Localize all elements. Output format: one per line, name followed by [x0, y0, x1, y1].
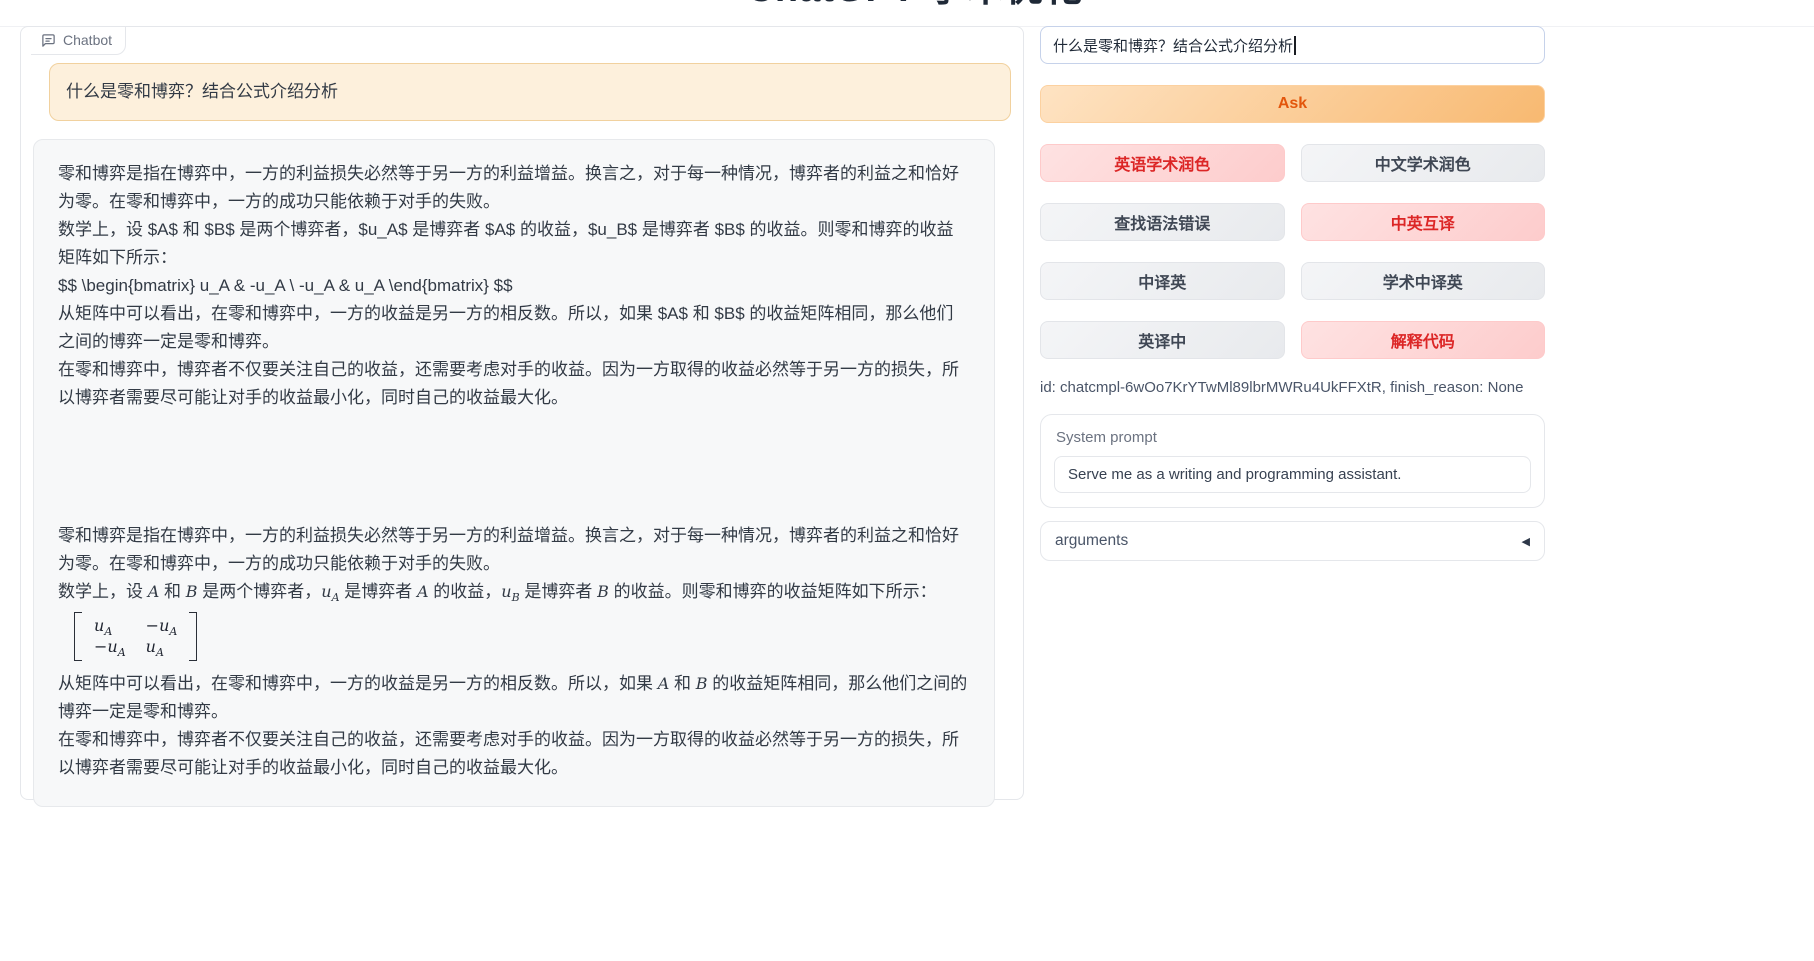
bot-answer-rendered: 零和博弈是指在博弈中，一方的利益损失必然等于另一方的利益增益。换言之，对于每一种…: [58, 522, 970, 782]
fn-button[interactable]: 英语学术润色: [1040, 144, 1285, 182]
bot-answer-raw: 零和博弈是指在博弈中，一方的利益损失必然等于另一方的利益增益。换言之，对于每一种…: [58, 160, 970, 412]
message-version-gap: [58, 412, 970, 522]
system-prompt-input[interactable]: Serve me as a writing and programming as…: [1054, 456, 1531, 493]
bot-rendered-paragraph: 数学上，设 A 和 B 是两个博弈者，uA 是博弈者 A 的收益，uB 是博弈者…: [58, 578, 970, 606]
arguments-accordion[interactable]: arguments ◀: [1040, 521, 1545, 561]
matrix-cell: −uA: [146, 616, 178, 636]
fn-button[interactable]: 中译英: [1040, 262, 1285, 300]
matrix-cells: uA −uA −uA uA: [82, 612, 189, 661]
user-message-bubble: 什么是零和博弈？结合公式介绍分析: [49, 63, 1011, 121]
completion-status-line: id: chatcmpl-6wOo7KrYTwMl89lbrMWRu4UkFFX…: [1040, 379, 1545, 396]
controls-column: 什么是零和博弈？结合公式介绍分析 Ask 英语学术润色中文学术润色查找语法错误中…: [1040, 26, 1545, 561]
collapse-arrow-icon: ◀: [1522, 535, 1530, 548]
fn-button[interactable]: 英译中: [1040, 321, 1285, 359]
chat-message-list: 什么是零和博弈？结合公式介绍分析 零和博弈是指在博弈中，一方的利益损失必然等于另…: [21, 27, 1023, 821]
fn-button[interactable]: 学术中译英: [1301, 262, 1546, 300]
chatbot-panel: Chatbot 什么是零和博弈？结合公式介绍分析 零和博弈是指在博弈中，一方的利…: [20, 26, 1024, 800]
matrix-left-bracket: [74, 612, 82, 661]
system-prompt-label: System prompt: [1056, 429, 1531, 446]
chatbot-label: Chatbot: [31, 27, 126, 55]
arguments-accordion-label: arguments: [1055, 532, 1128, 550]
matrix-cell: −uA: [94, 637, 126, 657]
bot-raw-paragraph: 在零和博弈中，博弈者不仅要关注自己的收益，还需要考虑对手的收益。因为一方取得的收…: [58, 356, 970, 412]
fn-button[interactable]: 查找语法错误: [1040, 203, 1285, 241]
fn-button[interactable]: 解释代码: [1301, 321, 1546, 359]
bot-raw-paragraph: 从矩阵中可以看出，在零和博弈中，一方的收益是另一方的相反数。所以，如果 $A$ …: [58, 300, 970, 356]
bot-rendered-paragraph: 零和博弈是指在博弈中，一方的利益损失必然等于另一方的利益增益。换言之，对于每一种…: [58, 522, 970, 578]
text-cursor: [1294, 36, 1296, 55]
title-clip: ChatGPT 学术优化: [0, 0, 1814, 9]
matrix-right-bracket: [189, 612, 197, 661]
user-message-text: 什么是零和博弈？结合公式介绍分析: [66, 82, 338, 101]
fn-button[interactable]: 中文学术润色: [1301, 144, 1546, 182]
bot-raw-paragraph: 零和博弈是指在博弈中，一方的利益损失必然等于另一方的利益增益。换言之，对于每一种…: [58, 160, 970, 216]
system-prompt-card: System prompt Serve me as a writing and …: [1040, 414, 1545, 508]
question-input-value: 什么是零和博弈？结合公式介绍分析: [1053, 35, 1293, 56]
system-prompt-value: Serve me as a writing and programming as…: [1068, 466, 1401, 483]
bot-raw-latex-line: $$ \begin{bmatrix} u_A & -u_A \ -u_A & u…: [58, 272, 970, 300]
fn-button[interactable]: 中英互译: [1301, 203, 1546, 241]
page-title: ChatGPT 学术优化: [0, 0, 1814, 9]
chatbot-label-text: Chatbot: [63, 32, 112, 48]
bot-rendered-paragraph: 从矩阵中可以看出，在零和博弈中，一方的收益是另一方的相反数。所以，如果 A 和 …: [58, 670, 970, 726]
bot-rendered-paragraph: 在零和博弈中，博弈者不仅要关注自己的收益，还需要考虑对手的收益。因为一方取得的收…: [58, 726, 970, 782]
chat-bubble-icon: [41, 33, 56, 48]
bot-message-bubble: 零和博弈是指在博弈中，一方的利益损失必然等于另一方的利益增益。换言之，对于每一种…: [33, 139, 995, 807]
matrix-cell: uA: [94, 616, 126, 636]
matrix-cell: uA: [146, 637, 178, 657]
ask-button[interactable]: Ask: [1040, 85, 1545, 123]
function-button-grid: 英语学术润色中文学术润色查找语法错误中英互译中译英学术中译英英译中解释代码: [1040, 144, 1545, 359]
bot-raw-paragraph: 数学上，设 $A$ 和 $B$ 是两个博弈者，$u_A$ 是博弈者 $A$ 的收…: [58, 216, 970, 272]
question-input[interactable]: 什么是零和博弈？结合公式介绍分析: [1040, 26, 1545, 64]
payoff-matrix: uA −uA −uA uA: [74, 612, 197, 661]
